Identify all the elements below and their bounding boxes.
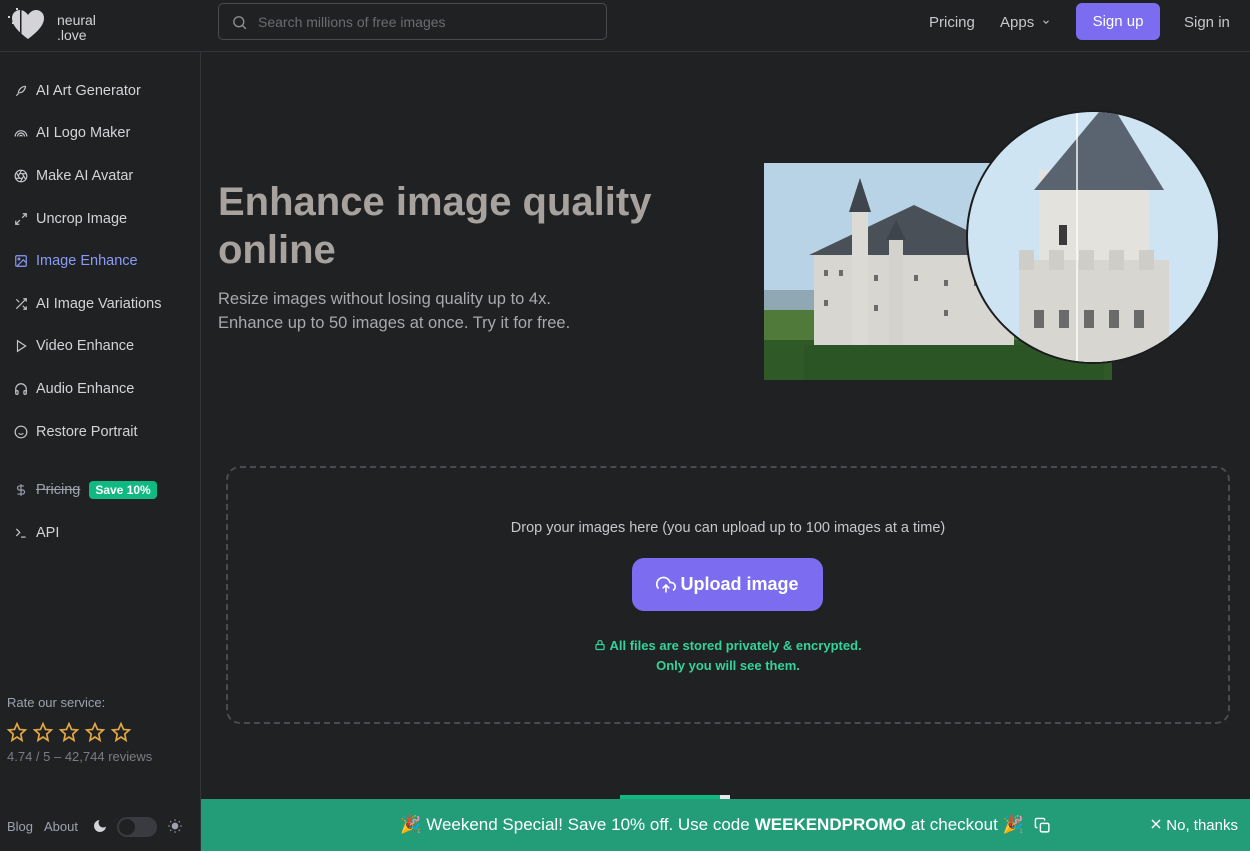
sidebar-item-audio-enhance[interactable]: Audio Enhance bbox=[14, 378, 134, 400]
terminal-icon bbox=[15, 528, 26, 538]
lock-icon bbox=[595, 639, 605, 651]
sidebar-api-label: API bbox=[36, 525, 60, 541]
search-icon bbox=[233, 16, 247, 30]
search-box[interactable] bbox=[218, 3, 607, 40]
star-icon[interactable] bbox=[110, 722, 132, 742]
logo-line2: .love bbox=[57, 27, 87, 43]
upload-image-button[interactable]: Upload image bbox=[632, 558, 823, 611]
headphones-icon bbox=[15, 383, 27, 395]
heart-logo-icon bbox=[8, 6, 44, 39]
nav-apps-menu[interactable]: Apps bbox=[1000, 14, 1051, 31]
signin-link[interactable]: Sign in bbox=[1184, 14, 1230, 31]
upload-image-label: Upload image bbox=[680, 574, 799, 594]
sidebar-item-label: AI Image Variations bbox=[36, 296, 162, 312]
sidebar-item-api[interactable]: API bbox=[14, 522, 59, 544]
rate-label: Rate our service: bbox=[7, 695, 106, 710]
promo-text-before: 🎉 Weekend Special! Save 10% off. Use cod… bbox=[400, 815, 750, 834]
sidebar-item-label: Audio Enhance bbox=[36, 381, 135, 397]
logo[interactable]: neural .love bbox=[6, 6, 116, 46]
sidebar: AI Art Generator AI Logo Maker Make AI A… bbox=[0, 52, 201, 851]
sidebar-item-make-ai-avatar[interactable]: Make AI Avatar bbox=[14, 165, 133, 187]
feather-icon bbox=[15, 85, 27, 97]
nav-pricing-link[interactable]: Pricing bbox=[929, 14, 975, 31]
privacy-note: All files are stored privately & encrypt… bbox=[228, 636, 1228, 676]
sidebar-pricing-label: Pricing bbox=[36, 482, 81, 498]
about-link[interactable]: About bbox=[44, 819, 78, 834]
signup-button[interactable]: Sign up bbox=[1076, 3, 1160, 40]
nav-apps-label: Apps bbox=[1000, 14, 1035, 31]
image-icon bbox=[15, 255, 27, 267]
privacy-note-line1: All files are stored privately & encrypt… bbox=[609, 638, 862, 653]
star-icon[interactable] bbox=[84, 722, 106, 742]
sidebar-item-ai-logo-maker[interactable]: AI Logo Maker bbox=[14, 122, 130, 144]
close-icon bbox=[1151, 819, 1161, 829]
theme-toggle[interactable] bbox=[117, 817, 157, 837]
upload-dropzone[interactable]: Drop your images here (you can upload up… bbox=[226, 466, 1230, 724]
smile-icon bbox=[14, 425, 28, 439]
sidebar-item-video-enhance[interactable]: Video Enhance bbox=[14, 335, 134, 357]
castle-hero-image bbox=[764, 110, 1220, 380]
sidebar-item-label: Restore Portrait bbox=[36, 424, 138, 440]
aperture-icon bbox=[14, 169, 28, 183]
moon-icon bbox=[94, 820, 106, 832]
promo-text-after: at checkout 🎉 bbox=[910, 815, 1024, 834]
expand-icon bbox=[15, 213, 27, 225]
shuffle-icon bbox=[15, 298, 27, 310]
sidebar-item-ai-image-variations[interactable]: AI Image Variations bbox=[14, 293, 161, 315]
page-title: Enhance image quality online bbox=[218, 180, 652, 272]
dismiss-promo-label: No, thanks bbox=[1166, 817, 1238, 834]
privacy-note-line2: Only you will see them. bbox=[656, 658, 800, 673]
logo-text: neural .love bbox=[57, 13, 96, 43]
promo-banner: 🎉 Weekend Special! Save 10% off. Use cod… bbox=[201, 799, 1250, 851]
chevron-down-icon bbox=[1043, 20, 1050, 24]
hero-subtitle-line2: Enhance up to 50 images at once. Try it … bbox=[218, 314, 571, 332]
play-icon bbox=[16, 339, 27, 353]
promo-code[interactable]: WEEKENDPROMO bbox=[755, 815, 906, 835]
sidebar-item-label: Make AI Avatar bbox=[36, 168, 134, 184]
star-icon[interactable] bbox=[32, 722, 54, 742]
star-icon[interactable] bbox=[58, 722, 80, 742]
copy-icon[interactable] bbox=[1034, 817, 1051, 834]
sun-icon bbox=[168, 819, 182, 833]
sidebar-item-label: AI Logo Maker bbox=[36, 125, 131, 141]
dropzone-instructions: Drop your images here (you can upload up… bbox=[510, 520, 946, 536]
dollar-icon bbox=[16, 484, 26, 496]
rating-stars[interactable] bbox=[6, 722, 132, 742]
sidebar-item-label: AI Art Generator bbox=[36, 83, 141, 99]
rating-summary: 4.74 / 5 – 42,744 reviews bbox=[7, 749, 153, 764]
hero-subtitle: Resize images without losing quality up … bbox=[218, 287, 638, 335]
sidebar-item-label: Video Enhance bbox=[36, 338, 135, 354]
search-input[interactable] bbox=[258, 4, 598, 39]
sidebar-item-pricing[interactable]: Pricing Save 10% bbox=[14, 479, 157, 501]
logo-line1: neural bbox=[57, 12, 96, 28]
dismiss-promo-button[interactable]: No, thanks bbox=[1150, 817, 1238, 834]
top-header: neural .love Pricing Apps Sign up Sign i… bbox=[0, 0, 1250, 52]
blog-link[interactable]: Blog bbox=[7, 819, 33, 834]
sidebar-item-label: Uncrop Image bbox=[36, 211, 128, 227]
promo-message: 🎉 Weekend Special! Save 10% off. Use cod… bbox=[201, 799, 1250, 851]
sidebar-item-restore-portrait[interactable]: Restore Portrait bbox=[14, 421, 138, 443]
sidebar-item-image-enhance[interactable]: Image Enhance bbox=[14, 250, 138, 272]
star-icon[interactable] bbox=[6, 722, 28, 742]
cloud-upload-icon bbox=[656, 576, 677, 592]
sidebar-item-ai-art-generator[interactable]: AI Art Generator bbox=[14, 80, 141, 102]
save-badge: Save 10% bbox=[89, 481, 157, 499]
hero-subtitle-line1: Resize images without losing quality up … bbox=[218, 290, 551, 308]
sidebar-item-uncrop-image[interactable]: Uncrop Image bbox=[14, 208, 127, 230]
rainbow-icon bbox=[14, 130, 28, 137]
sidebar-item-label: Image Enhance bbox=[36, 253, 138, 269]
